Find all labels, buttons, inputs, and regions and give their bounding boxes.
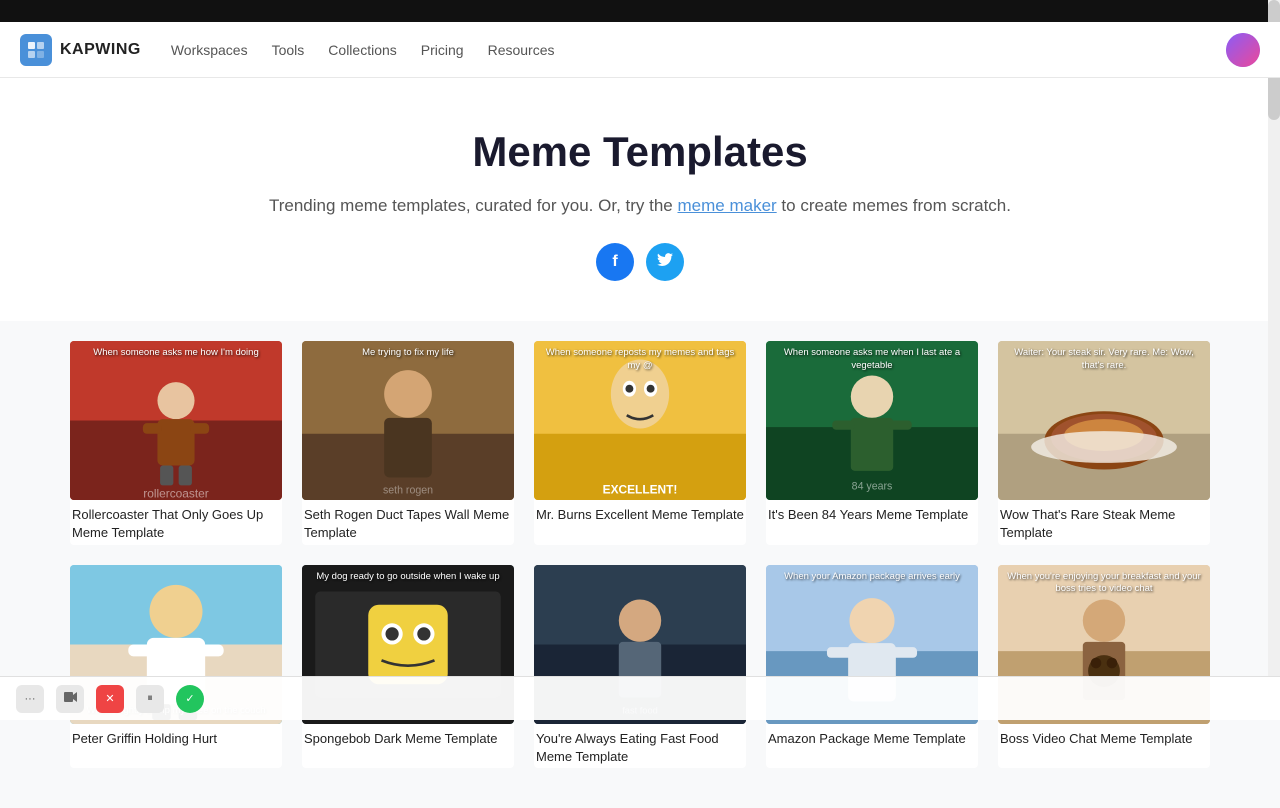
- page-title: Meme Templates: [20, 128, 1260, 176]
- social-buttons: f: [20, 243, 1260, 281]
- pause-button[interactable]: ⏸: [136, 685, 164, 713]
- navigation: KAPWING Workspaces Tools Collections Pri…: [0, 22, 1280, 78]
- dots-icon: ···: [25, 693, 36, 705]
- facebook-button[interactable]: f: [596, 243, 634, 281]
- nav-resources[interactable]: Resources: [488, 42, 555, 58]
- meme-title-3: Mr. Burns Excellent Meme Template: [534, 500, 746, 526]
- description-end: to create memes from scratch.: [781, 196, 1011, 215]
- meme-overlay-2: Me trying to fix my life: [308, 347, 508, 359]
- hero-section: Meme Templates Trending meme templates, …: [0, 78, 1280, 321]
- scrollbar[interactable]: [1268, 0, 1280, 720]
- meme-title-8: You're Always Eating Fast Food Meme Temp…: [534, 724, 746, 768]
- close-button[interactable]: ✕: [96, 685, 124, 713]
- close-icon: ✕: [105, 692, 114, 705]
- meme-title-9: Amazon Package Meme Template: [766, 724, 978, 750]
- meme-grid-row2: When I lightly bump my knee on the couch: [70, 565, 1210, 768]
- video-icon: [63, 690, 77, 707]
- avatar[interactable]: [1226, 33, 1260, 67]
- meme-card-4[interactable]: When someone asks me when I last ate a v…: [766, 341, 978, 544]
- meme-title-7: Spongebob Dark Meme Template: [302, 724, 514, 750]
- meme-card-3[interactable]: When someone reposts my memes and tags m…: [534, 341, 746, 544]
- meme-card-5[interactable]: Waiter: Your steak sir. Very rare. Me: W…: [998, 341, 1210, 544]
- svg-text:EXCELLENT!: EXCELLENT!: [603, 483, 678, 497]
- meme-thumbnail-4: When someone asks me when I last ate a v…: [766, 341, 978, 500]
- meme-card-2[interactable]: Me trying to fix my life seth rogen Seth…: [302, 341, 514, 544]
- nav-workspaces[interactable]: Workspaces: [171, 42, 248, 58]
- description-start: Trending meme templates, curated for you…: [269, 196, 673, 215]
- svg-text:84 years: 84 years: [852, 481, 893, 493]
- meme-card-10[interactable]: When you're enjoying your breakfast and …: [998, 565, 1210, 768]
- meme-maker-link[interactable]: meme maker: [678, 196, 777, 215]
- meme-title-1: Rollercoaster That Only Goes Up Meme Tem…: [70, 500, 282, 544]
- meme-overlay-9: When your Amazon package arrives early: [772, 571, 972, 583]
- meme-grid-section: When someone asks me how I'm doing rolle…: [50, 341, 1230, 788]
- nav-tools[interactable]: Tools: [272, 42, 305, 58]
- meme-overlay-5: Waiter: Your steak sir. Very rare. Me: W…: [1004, 347, 1204, 372]
- logo-text: KAPWING: [60, 41, 141, 59]
- svg-text:rollercoaster: rollercoaster: [143, 487, 209, 501]
- twitter-button[interactable]: [646, 243, 684, 281]
- meme-card-1[interactable]: When someone asks me how I'm doing rolle…: [70, 341, 282, 544]
- meme-grid-row1: When someone asks me how I'm doing rolle…: [70, 341, 1210, 544]
- avatar-image: [1226, 33, 1260, 67]
- logo-icon: [20, 34, 52, 66]
- meme-thumbnail-2: Me trying to fix my life seth rogen: [302, 341, 514, 500]
- meme-title-2: Seth Rogen Duct Tapes Wall Meme Template: [302, 500, 514, 544]
- meme-overlay-4: When someone asks me when I last ate a v…: [772, 347, 972, 372]
- meme-overlay-1: When someone asks me how I'm doing: [76, 347, 276, 359]
- meme-title-6: Peter Griffin Holding Hurt: [70, 724, 282, 750]
- check-button[interactable]: ✓: [176, 685, 204, 713]
- meme-title-4: It's Been 84 Years Meme Template: [766, 500, 978, 526]
- meme-title-5: Wow That's Rare Steak Meme Template: [998, 500, 1210, 544]
- nav-links: Workspaces Tools Collections Pricing Res…: [171, 42, 1226, 58]
- facebook-icon: f: [612, 253, 617, 271]
- meme-card-8[interactable]: fast food You're Always Eating Fast Food…: [534, 565, 746, 768]
- meme-card-9[interactable]: When your Amazon package arrives early A…: [766, 565, 978, 768]
- check-icon: ✓: [185, 692, 194, 705]
- meme-card-6[interactable]: When I lightly bump my knee on the couch: [70, 565, 282, 768]
- meme-thumbnail-3: When someone reposts my memes and tags m…: [534, 341, 746, 500]
- twitter-icon: [657, 253, 673, 271]
- nav-collections[interactable]: Collections: [328, 42, 396, 58]
- hero-description: Trending meme templates, curated for you…: [20, 192, 1260, 219]
- dots-button[interactable]: ···: [16, 685, 44, 713]
- nav-pricing[interactable]: Pricing: [421, 42, 464, 58]
- svg-text:seth rogen: seth rogen: [383, 485, 433, 497]
- meme-overlay-10: When you're enjoying your breakfast and …: [1004, 571, 1204, 596]
- meme-title-10: Boss Video Chat Meme Template: [998, 724, 1210, 750]
- meme-thumbnail-1: When someone asks me how I'm doing rolle…: [70, 341, 282, 500]
- meme-overlay-7: My dog ready to go outside when I wake u…: [308, 571, 508, 583]
- pause-icon: ⏸: [147, 692, 153, 705]
- meme-overlay-3: When someone reposts my memes and tags m…: [540, 347, 740, 372]
- meme-card-7[interactable]: My dog ready to go outside when I wake u…: [302, 565, 514, 768]
- bottom-bar: ··· ✕ ⏸ ✓: [0, 676, 1280, 720]
- logo-link[interactable]: KAPWING: [20, 34, 141, 66]
- meme-thumbnail-5: Waiter: Your steak sir. Very rare. Me: W…: [998, 341, 1210, 500]
- video-button[interactable]: [56, 685, 84, 713]
- top-bar: [0, 0, 1280, 22]
